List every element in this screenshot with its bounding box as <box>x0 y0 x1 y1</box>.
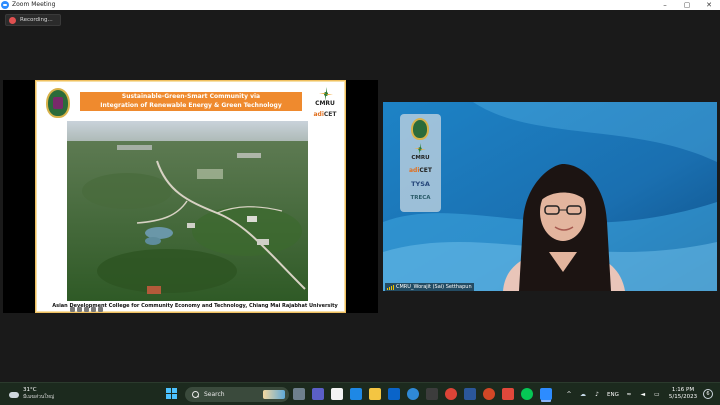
audio-signal-icon <box>387 284 394 290</box>
teams-chat-icon[interactable] <box>312 388 324 400</box>
pointer-tool-icon[interactable] <box>70 307 75 312</box>
university-seal-icon <box>46 88 70 118</box>
wifi-icon[interactable]: ≈ <box>625 391 633 399</box>
search-highlight-icon <box>263 390 285 399</box>
zoom-app-icon[interactable] <box>540 388 552 400</box>
slides-tool-icon[interactable] <box>84 307 89 312</box>
taskbar-search[interactable]: Search <box>185 387 289 402</box>
slide-cmru-label: CMRU <box>315 100 335 107</box>
participant-name: CMRU_Worajit (Sai) Setthapun <box>396 284 472 290</box>
notification-badge[interactable]: 6 <box>703 389 713 399</box>
panel-adicet-label: adiCET <box>408 167 432 174</box>
help-icon[interactable] <box>407 388 419 400</box>
start-button[interactable] <box>166 388 178 400</box>
participant-name-tag: CMRU_Worajit (Sai) Setthapun <box>385 283 474 291</box>
input-language[interactable]: ENG <box>607 392 619 398</box>
cmru-emblem-icon <box>319 87 333 101</box>
powerpoint-icon[interactable] <box>483 388 495 400</box>
close-button[interactable]: ✕ <box>698 0 720 10</box>
line-icon[interactable] <box>521 388 533 400</box>
pdf-reader-icon[interactable] <box>502 388 514 400</box>
pen-tool-icon[interactable] <box>77 307 82 312</box>
word-icon[interactable] <box>464 388 476 400</box>
volume-icon[interactable]: ◄ <box>639 391 647 399</box>
maximize-button[interactable]: ▢ <box>676 0 698 10</box>
file-explorer-icon[interactable] <box>369 388 381 400</box>
chevron-up-icon[interactable]: ^ <box>565 391 573 399</box>
annotation-toolbar <box>70 307 103 312</box>
weather-widget[interactable]: 31°C มีเมฆส่วนใหญ่ <box>8 387 54 401</box>
calendar-icon[interactable] <box>331 388 343 400</box>
cloud-sync-icon[interactable]: ☁ <box>579 391 587 399</box>
weather-desc: มีเมฆส่วนใหญ่ <box>23 394 55 400</box>
battery-icon[interactable]: ▭ <box>653 391 661 399</box>
slide-adicet-label: adiCET <box>313 111 337 118</box>
edge-browser-icon[interactable] <box>350 388 362 400</box>
panel-cmru-label: CMRU <box>411 155 430 161</box>
clock-time: 1:16 PM <box>671 387 695 393</box>
panel-treca-label: TRECA <box>410 195 431 201</box>
slide-title-banner: Sustainable-Green-Smart Community via In… <box>80 92 302 111</box>
recording-indicator[interactable]: Recording... <box>5 14 61 26</box>
taskbar-apps <box>293 388 552 401</box>
windows-taskbar: 31°C มีเมฆส่วนใหญ่ Search ^ ☁ ♪ ENG ≈ ◄ … <box>0 382 720 405</box>
slide-title-line2: Integration of Renewable Energy & Green … <box>100 101 282 109</box>
logo-panel: CMRU adiCET TYSA TRECA <box>400 114 441 212</box>
participant-video[interactable]: CMRU adiCET TYSA TRECA CMRU_Worajit (Sai… <box>383 102 717 291</box>
weather-temp: 31°C <box>23 387 37 393</box>
minimize-button[interactable]: – <box>654 0 676 10</box>
window-title: Zoom Meeting <box>12 1 56 8</box>
cloud-icon <box>8 390 19 398</box>
clock-date: 5/15/2023 <box>668 394 698 400</box>
recording-label: Recording... <box>20 17 53 23</box>
zoom-logo-icon <box>1 1 9 9</box>
microphone-icon[interactable]: ♪ <box>593 391 601 399</box>
clock[interactable]: 1:16 PM 5/15/2023 <box>666 387 700 401</box>
photos-icon[interactable] <box>426 388 438 400</box>
title-bar: Zoom Meeting – ▢ ✕ <box>0 0 720 10</box>
presentation-slide: Sustainable-Green-Smart Community via In… <box>35 80 346 313</box>
search-icon <box>192 391 199 398</box>
zoom-window: Zoom Meeting – ▢ ✕ Recording... Sustaina… <box>0 0 720 405</box>
task-view-icon[interactable] <box>293 388 305 400</box>
zoom-tool-icon[interactable] <box>91 307 96 312</box>
aerial-campus-photo <box>67 121 308 301</box>
mail-icon[interactable] <box>388 388 400 400</box>
recording-icon <box>9 16 16 24</box>
system-tray: ^ ☁ ♪ ENG ≈ ◄ ▭ <box>565 389 661 400</box>
window-controls: – ▢ ✕ <box>654 0 720 10</box>
search-label: Search <box>204 391 225 398</box>
panel-tysa-label: TYSA <box>411 180 430 188</box>
more-tool-icon[interactable] <box>98 307 103 312</box>
university-seal-icon <box>411 118 429 140</box>
cmru-emblem-icon <box>414 143 426 155</box>
chrome-browser-icon[interactable] <box>445 388 457 400</box>
shared-screen[interactable]: Sustainable-Green-Smart Community via In… <box>3 80 378 313</box>
slide-title-line1: Sustainable-Green-Smart Community via <box>121 93 261 100</box>
